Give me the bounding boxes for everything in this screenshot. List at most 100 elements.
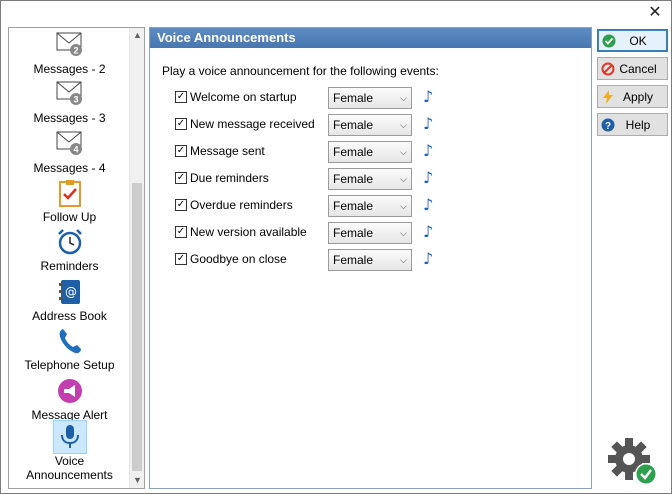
chevron-down-icon: ⌵ <box>400 147 407 157</box>
welcome-checkbox[interactable]: ✓ <box>175 91 187 103</box>
sidebar-item-address-book[interactable]: @ Address Book <box>9 275 130 323</box>
voice-select[interactable]: Female ⌵ <box>328 222 412 244</box>
voice-select-value: Female <box>333 145 374 159</box>
overdue-reminders-checkbox[interactable]: ✓ <box>175 199 187 211</box>
chevron-down-icon: ⌵ <box>400 120 407 130</box>
check-circle-icon <box>602 34 616 48</box>
event-row-new-message: ✓ New message received Female ⌵ ♪ <box>175 114 475 136</box>
svg-text:@: @ <box>65 285 77 299</box>
sidebar-item-voice-announcements[interactable]: Voice Announcements <box>9 420 130 482</box>
sidebar-item-label: Follow Up <box>42 210 97 224</box>
event-row-new-version: ✓ New version available Female ⌵ ♪ <box>175 222 475 244</box>
new-version-checkbox[interactable]: ✓ <box>175 226 187 238</box>
gear-check-icon <box>607 437 659 487</box>
event-label: Goodbye on close <box>190 252 287 266</box>
sidebar-item-label: Address Book <box>32 309 107 323</box>
voice-select[interactable]: Female ⌵ <box>328 168 412 190</box>
svg-text:4: 4 <box>73 145 78 155</box>
voice-select-value: Female <box>333 118 374 132</box>
event-row-welcome: ✓ Welcome on startup Female ⌵ ♪ <box>175 87 475 109</box>
cancel-icon <box>601 62 615 76</box>
due-reminders-checkbox[interactable]: ✓ <box>175 172 187 184</box>
voice-select[interactable]: Female ⌵ <box>328 114 412 136</box>
sidebar-item-label: Telephone Setup <box>24 358 115 372</box>
event-row-message-sent: ✓ Message sent Female ⌵ ♪ <box>175 141 475 163</box>
sidebar-item-message-alert[interactable]: Message Alert <box>9 374 130 422</box>
sidebar-item-messages-4[interactable]: 4 Messages - 4 <box>9 127 130 175</box>
voice-select-value: Female <box>333 91 374 105</box>
svg-text:3: 3 <box>73 95 78 105</box>
voice-select[interactable]: Female ⌵ <box>328 195 412 217</box>
megaphone-icon <box>53 374 87 408</box>
event-row-goodbye: ✓ Goodbye on close Female ⌵ ♪ <box>175 249 475 271</box>
help-button[interactable]: ? Help <box>597 113 668 136</box>
envelope-icon: 4 <box>53 127 87 161</box>
sidebar-item-reminders[interactable]: Reminders <box>9 225 130 273</box>
event-row-due-reminders: ✓ Due reminders Female ⌵ ♪ <box>175 168 475 190</box>
cancel-button[interactable]: Cancel <box>597 57 668 80</box>
event-label: New version available <box>190 225 307 239</box>
close-icon[interactable]: ✕ <box>645 3 665 21</box>
sidebar-scrollbar[interactable]: ▲ ▼ <box>129 28 144 488</box>
chevron-down-icon: ⌵ <box>400 174 407 184</box>
microphone-icon <box>52 420 87 454</box>
ok-label: OK <box>629 33 647 48</box>
message-sent-checkbox[interactable]: ✓ <box>175 145 187 157</box>
chevron-down-icon: ⌵ <box>400 228 407 238</box>
address-book-icon: @ <box>53 275 87 309</box>
help-label: Help <box>625 117 651 132</box>
svg-text:?: ? <box>605 121 611 132</box>
telephone-icon <box>53 324 87 358</box>
play-sound-icon[interactable]: ♪ <box>423 250 433 268</box>
envelope-icon: 2 <box>53 28 87 62</box>
play-sound-icon[interactable]: ♪ <box>423 223 433 241</box>
alarm-clock-icon <box>53 225 87 259</box>
voice-select-value: Female <box>333 199 374 213</box>
voice-select[interactable]: Female ⌵ <box>328 141 412 163</box>
scrollbar-thumb[interactable] <box>132 183 142 471</box>
options-window: ✕ 2 Messages - 2 3 Messages - 3 4 Messag… <box>0 0 672 494</box>
intro-text: Play a voice announcement for the follow… <box>162 64 439 78</box>
event-label: Message sent <box>190 144 265 158</box>
sidebar-item-messages-3[interactable]: 3 Messages - 3 <box>9 77 130 125</box>
event-label: Welcome on startup <box>190 90 297 104</box>
cancel-label: Cancel <box>619 61 657 76</box>
help-icon: ? <box>601 118 615 132</box>
sidebar-item-label: Reminders <box>40 259 99 273</box>
sidebar-item-label: Messages - 2 <box>33 62 106 76</box>
apply-label: Apply <box>622 89 654 104</box>
sidebar-item-label-line2: Announcements <box>26 468 113 482</box>
voice-announcements-panel: Voice Announcements Play a voice announc… <box>149 27 592 489</box>
scroll-up-icon[interactable]: ▲ <box>130 28 144 43</box>
event-label: Overdue reminders <box>190 198 293 212</box>
sidebar[interactable]: 2 Messages - 2 3 Messages - 3 4 Messages… <box>8 27 145 489</box>
chevron-down-icon: ⌵ <box>400 255 407 265</box>
voice-select-value: Female <box>333 226 374 240</box>
lightning-icon <box>601 89 615 104</box>
apply-button[interactable]: Apply <box>597 85 668 108</box>
chevron-down-icon: ⌵ <box>400 93 407 103</box>
play-sound-icon[interactable]: ♪ <box>423 169 433 187</box>
svg-text:2: 2 <box>73 46 78 56</box>
panel-title: Voice Announcements <box>150 28 591 48</box>
sidebar-item-messages-2[interactable]: 2 Messages - 2 <box>9 28 130 76</box>
play-sound-icon[interactable]: ♪ <box>423 142 433 160</box>
sidebar-item-telephone-setup[interactable]: Telephone Setup <box>9 324 130 372</box>
ok-button[interactable]: OK <box>597 29 668 52</box>
goodbye-checkbox[interactable]: ✓ <box>175 253 187 265</box>
voice-select-value: Female <box>333 172 374 186</box>
sidebar-item-label-line1: Voice <box>54 454 85 468</box>
sidebar-item-label: Messages - 4 <box>33 161 106 175</box>
sidebar-item-follow-up[interactable]: Follow Up <box>9 176 130 224</box>
sidebar-item-label: Messages - 3 <box>33 111 106 125</box>
voice-select-value: Female <box>333 253 374 267</box>
event-row-overdue-reminders: ✓ Overdue reminders Female ⌵ ♪ <box>175 195 475 217</box>
voice-select[interactable]: Female ⌵ <box>328 249 412 271</box>
play-sound-icon[interactable]: ♪ <box>423 88 433 106</box>
new-message-checkbox[interactable]: ✓ <box>175 118 187 130</box>
chevron-down-icon: ⌵ <box>400 201 407 211</box>
voice-select[interactable]: Female ⌵ <box>328 87 412 109</box>
play-sound-icon[interactable]: ♪ <box>423 115 433 133</box>
play-sound-icon[interactable]: ♪ <box>423 196 433 214</box>
scroll-down-icon[interactable]: ▼ <box>130 473 144 488</box>
